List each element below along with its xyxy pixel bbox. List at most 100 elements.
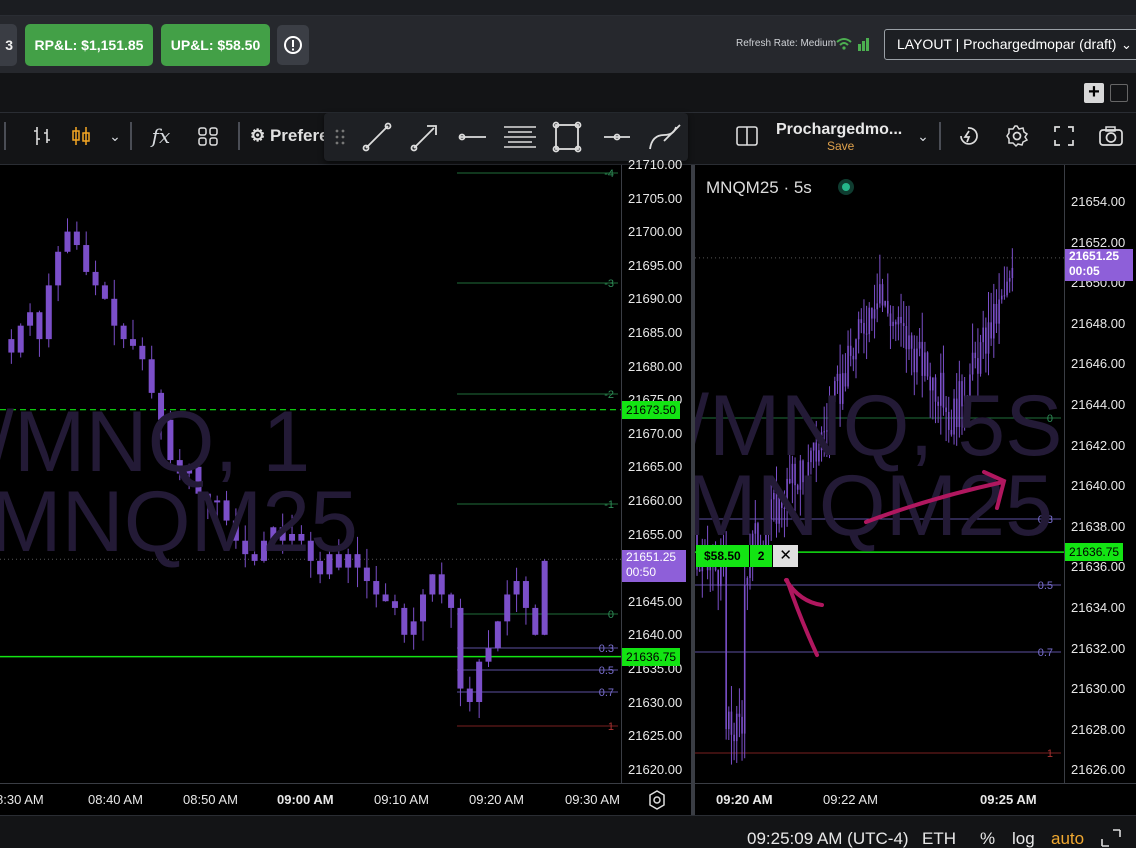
candle: [918, 341, 921, 349]
maximize-panel-button[interactable]: [1110, 84, 1128, 102]
status-clock: 09:25:09 AM (UTC-4): [747, 829, 909, 848]
chevron-down-icon[interactable]: ⌄: [99, 120, 131, 152]
account-name[interactable]: Prochargedmo...: [776, 121, 902, 139]
candle: [1000, 295, 1003, 300]
info-alert-button[interactable]: [277, 25, 309, 65]
signal-icon: [836, 38, 869, 51]
price-tick-label: 21695.00: [628, 257, 683, 273]
time-tick-label: 09:20 AM: [469, 792, 524, 807]
fib-level-label: 1: [1047, 748, 1053, 760]
chevron-down-icon[interactable]: ⌄: [907, 120, 939, 152]
add-panel-button[interactable]: +: [1084, 82, 1104, 103]
left-time-axis[interactable]: 8:30 AM 08:40 AM 08:50 AM 09:00 AM 09:10 AM 0…: [0, 783, 691, 815]
price-tick-label: 21710.00: [628, 157, 683, 172]
candle: [998, 299, 1000, 324]
preferences-button[interactable]: ⚙ Prefere: [250, 126, 329, 146]
horizontal-line-icon[interactable]: [604, 133, 630, 141]
candle: [728, 711, 730, 730]
candle: [532, 607, 539, 635]
candlestick-icon[interactable]: [65, 120, 97, 152]
settings-gear-icon[interactable]: [1001, 120, 1033, 152]
bar-type-icon[interactable]: [27, 120, 59, 152]
candle: [139, 345, 146, 360]
price-tick-label: 21690.00: [628, 291, 683, 307]
grid-layout-icon[interactable]: [192, 120, 224, 152]
close-position-icon[interactable]: ✕: [772, 545, 798, 567]
position-widget[interactable]: $58.50 2 ✕: [696, 545, 798, 567]
candle: [429, 574, 436, 595]
right-price-axis[interactable]: 21654.00 21652.00 21650.00 21648.00 21646.00…: [1064, 165, 1136, 783]
candle: [476, 661, 483, 702]
left-price-axis[interactable]: 21710.00 21705.00 21700.00 21695.00 21690.00…: [621, 157, 691, 783]
time-tick-label: 8:30 AM: [0, 792, 44, 807]
rectangle-icon[interactable]: [552, 121, 582, 153]
candle: [905, 325, 908, 350]
candle: [17, 325, 24, 353]
candle: [871, 307, 873, 319]
percent-scale-toggle[interactable]: %: [980, 829, 995, 848]
price-tick-label: 21680.00: [628, 358, 683, 374]
price-tick-label: 21626.00: [1071, 762, 1126, 778]
horizontal-ray-icon[interactable]: [458, 133, 487, 141]
candle: [466, 688, 473, 702]
candle: [857, 319, 860, 340]
candle: [743, 584, 746, 734]
time-tick-label: 09:30 AM: [565, 792, 620, 807]
price-tick-label: 21700.00: [628, 224, 683, 240]
candle: [391, 601, 398, 608]
position-quantity[interactable]: 2: [748, 545, 773, 567]
fullscreen-icon[interactable]: [1048, 120, 1080, 152]
split-panel-icon[interactable]: [731, 120, 763, 152]
left-chart-pane[interactable]: -4 -3 -2 -1 0 0.3 0.5 0.7 1 /MNQ, 1 MNQM25: [0, 165, 621, 783]
expand-icon[interactable]: [1101, 829, 1121, 847]
candle: [990, 322, 992, 339]
right-chart-pane[interactable]: 0 0.3 0.5 0.7 1 /MNQ, 5S MNQM25: [695, 165, 1064, 783]
fib-level-label: -2: [604, 389, 614, 401]
trend-line-icon[interactable]: [362, 122, 392, 152]
brush-icon[interactable]: [649, 124, 681, 150]
candle: [908, 335, 910, 350]
left-watermark-contract: MNQM25: [0, 474, 358, 570]
candle: [884, 301, 886, 306]
fib-level-label: -3: [604, 278, 614, 290]
camera-icon[interactable]: [1095, 120, 1127, 152]
layout-select[interactable]: LAYOUT | Prochargedmopar (draft) ⌄: [884, 29, 1136, 60]
price-tick-label: 21670.00: [628, 425, 683, 441]
candle: [1003, 295, 1006, 297]
status-bar: [0, 815, 1136, 848]
candle: [879, 284, 881, 304]
position-price-tag: 21636.75: [1065, 543, 1124, 562]
candle: [522, 581, 529, 608]
price-tick-label: 21655.00: [628, 526, 683, 542]
candle: [865, 333, 868, 335]
replay-icon[interactable]: [952, 120, 984, 152]
arrow-line-icon[interactable]: [410, 125, 437, 152]
chart-settings-icon[interactable]: [645, 788, 669, 812]
time-tick-label: 09:22 AM: [823, 792, 878, 807]
live-status-icon: [838, 179, 854, 195]
price-tick-label: 21634.00: [1071, 600, 1126, 615]
candle: [738, 713, 741, 717]
candle: [860, 319, 863, 323]
candle: [852, 355, 855, 360]
unrealized-pnl-button[interactable]: UP&L: $58.50: [161, 24, 270, 66]
log-scale-toggle[interactable]: log: [1012, 829, 1035, 848]
price-tick-label: 21648.00: [1071, 315, 1126, 331]
fib-level-label: 0.3: [599, 643, 614, 655]
candle: [910, 335, 913, 349]
candle: [977, 358, 979, 374]
candle: [363, 567, 370, 582]
session-toggle[interactable]: ETH: [922, 829, 956, 848]
realized-pnl-button[interactable]: RP&L: $1,151.85: [25, 24, 153, 66]
left-tab-fragment[interactable]: 3: [0, 24, 17, 66]
fib-retracement-icon[interactable]: [504, 126, 536, 148]
bar-countdown: 00:05: [1069, 263, 1100, 278]
drag-handle-icon[interactable]: [335, 129, 345, 145]
indicators-fx-icon[interactable]: fx: [145, 120, 177, 152]
candle: [924, 352, 926, 376]
right-time-axis[interactable]: 09:20 AM 09:22 AM 09:25 AM: [695, 783, 1136, 815]
candle: [902, 323, 905, 326]
auto-scale-toggle[interactable]: auto: [1051, 829, 1084, 848]
account-save-link[interactable]: Save: [827, 139, 854, 153]
candle: [887, 301, 889, 314]
